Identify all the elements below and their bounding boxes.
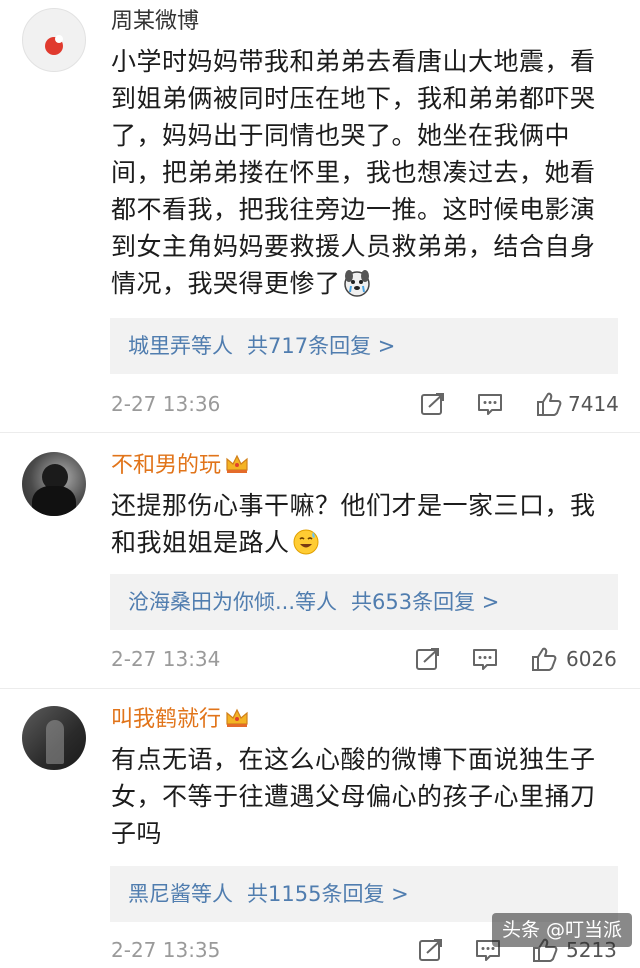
reply-summary[interactable]: 城里弄等人 共717条回复 > bbox=[110, 318, 618, 374]
divider bbox=[0, 688, 640, 689]
timestamp: 2-27 13:36 bbox=[111, 392, 221, 416]
username[interactable]: 叫我鹤就行 bbox=[111, 706, 249, 734]
crown-icon bbox=[226, 454, 248, 473]
comment-text: 还提那伤心事干嘛？他们才是一家三口，我和我姐姐是路人 bbox=[111, 491, 596, 557]
reply-users[interactable]: 黑尼酱等人 bbox=[128, 882, 233, 906]
timestamp: 2-27 13:35 bbox=[111, 938, 221, 962]
repost-icon[interactable] bbox=[415, 646, 441, 672]
repost-icon[interactable] bbox=[418, 937, 444, 963]
reply-count[interactable]: 共653条回复 > bbox=[351, 590, 499, 614]
repost-icon[interactable] bbox=[420, 391, 446, 417]
watermark: 头条 @叮当派 bbox=[491, 913, 632, 947]
comment-meta: 2-27 13:36 7414 bbox=[0, 386, 640, 422]
comment-icon[interactable] bbox=[477, 391, 503, 417]
reply-summary[interactable]: 沧海桑田为你倾...等人 共653条回复 > bbox=[110, 574, 618, 630]
avatar[interactable] bbox=[22, 706, 86, 770]
comment-text: 有点无语，在这么心酸的微博下面说独生子女，不等于往遭遇父母偏心的孩子心里捅刀子吗 bbox=[111, 745, 596, 848]
reply-count[interactable]: 共1155条回复 > bbox=[247, 882, 409, 906]
divider bbox=[0, 432, 640, 433]
crown-icon bbox=[226, 708, 248, 727]
username[interactable]: 周某微博 bbox=[111, 8, 199, 36]
comment-icon[interactable] bbox=[472, 646, 498, 672]
comment-meta: 2-27 13:34 6026 bbox=[0, 641, 640, 677]
reply-users[interactable]: 城里弄等人 bbox=[128, 334, 233, 358]
like-count: 7414 bbox=[568, 392, 619, 416]
reply-count[interactable]: 共717条回复 > bbox=[247, 334, 395, 358]
thumbs-up-icon[interactable] bbox=[536, 391, 562, 417]
sweat-smile-emoji bbox=[293, 529, 319, 555]
avatar[interactable] bbox=[22, 8, 86, 72]
username[interactable]: 不和男的玩 bbox=[111, 452, 249, 480]
like-count: 6026 bbox=[566, 647, 617, 671]
reply-users[interactable]: 沧海桑田为你倾...等人 bbox=[128, 590, 337, 614]
thumbs-up-icon[interactable] bbox=[531, 646, 557, 672]
crying-dog-emoji bbox=[343, 270, 370, 297]
comment-text: 小学时妈妈带我和弟弟去看唐山大地震，看到姐弟俩被同时压在地下，我和弟弟都吓哭了，… bbox=[111, 47, 596, 298]
avatar[interactable] bbox=[22, 452, 86, 516]
timestamp: 2-27 13:34 bbox=[111, 647, 221, 671]
